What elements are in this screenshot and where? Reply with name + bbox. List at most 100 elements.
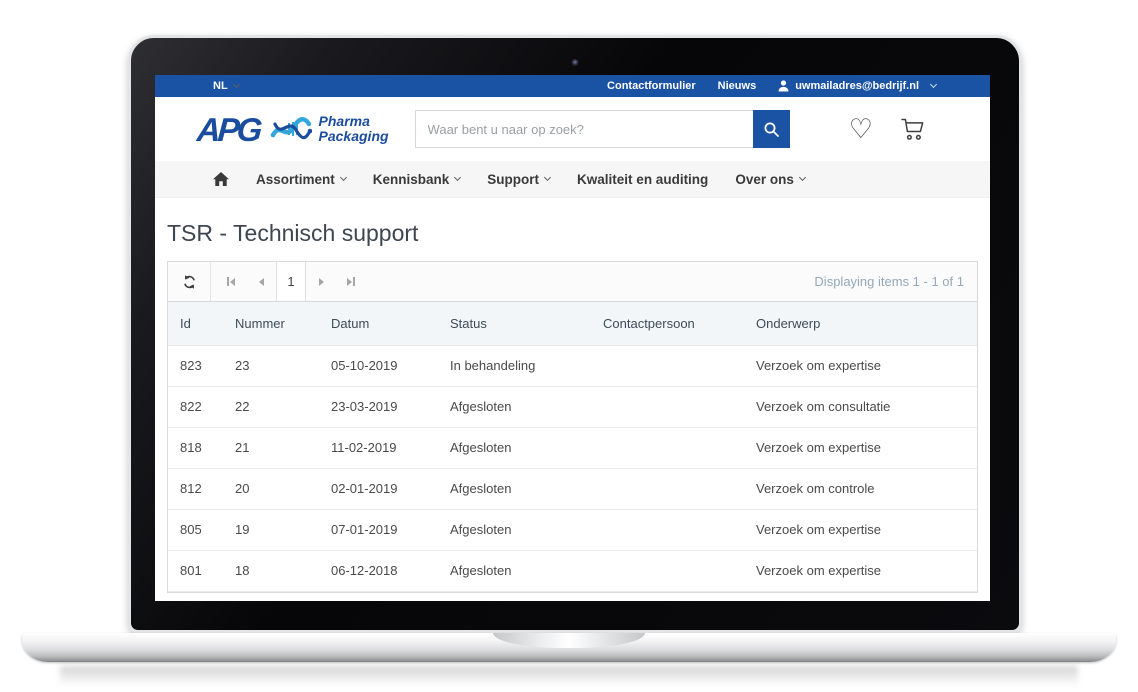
main-navigation: Assortiment Kennisbank Support Kwaliteit… bbox=[155, 161, 990, 198]
nav-label: Support bbox=[487, 172, 539, 187]
search-icon bbox=[763, 121, 780, 138]
next-page-button[interactable] bbox=[306, 262, 336, 301]
column-header-onderwerp[interactable]: Onderwerp bbox=[744, 302, 977, 345]
table-cell: Afgesloten bbox=[438, 509, 591, 550]
column-header-status[interactable]: Status bbox=[438, 302, 591, 345]
grid-toolbar: 1 Displaying items 1 - 1 of 1 bbox=[168, 262, 977, 302]
table-cell bbox=[591, 509, 744, 550]
search-input[interactable] bbox=[415, 110, 753, 148]
table-cell: 823 bbox=[168, 345, 223, 386]
table-cell: 11-02-2019 bbox=[319, 427, 438, 468]
table-cell: 07-01-2019 bbox=[319, 509, 438, 550]
last-page-icon bbox=[347, 278, 352, 286]
webcam-icon bbox=[572, 59, 579, 66]
chevron-down-icon bbox=[454, 173, 461, 180]
table-cell bbox=[591, 386, 744, 427]
column-header-nummer[interactable]: Nummer bbox=[223, 302, 319, 345]
table-cell: Verzoek om expertise bbox=[744, 509, 977, 550]
screen-content: NL Contactformulier Nieuws uwmailadres@b… bbox=[155, 75, 990, 601]
cart-icon[interactable] bbox=[900, 117, 926, 141]
top-utility-bar: NL Contactformulier Nieuws uwmailadres@b… bbox=[155, 75, 990, 97]
table-cell: Afgesloten bbox=[438, 468, 591, 509]
next-page-icon bbox=[319, 278, 324, 286]
table-cell: Afgesloten bbox=[438, 427, 591, 468]
wishlist-heart-icon[interactable]: ♡ bbox=[849, 116, 873, 143]
laptop-reflection bbox=[60, 666, 1078, 686]
account-menu[interactable]: uwmailadres@bedrijf.nl bbox=[778, 80, 936, 92]
person-icon bbox=[778, 80, 789, 92]
chevron-down-icon bbox=[799, 173, 806, 180]
table-row[interactable]: 8051907-01-2019Afgesloten Verzoek om expe… bbox=[168, 509, 977, 550]
table-cell: 812 bbox=[168, 468, 223, 509]
nav-item-kwaliteit-en-auditing[interactable]: Kwaliteit en auditing bbox=[577, 172, 708, 187]
table-row[interactable]: 8232305-10-2019In behandelingVerzoek om … bbox=[168, 345, 977, 386]
chevron-down-icon bbox=[544, 173, 551, 180]
pagination-status: Displaying items 1 - 1 of 1 bbox=[814, 262, 977, 301]
language-label: NL bbox=[213, 80, 228, 92]
laptop-screen-bezel: NL Contactformulier Nieuws uwmailadres@b… bbox=[128, 35, 1022, 633]
nav-home[interactable] bbox=[213, 172, 229, 186]
pagination: 1 bbox=[216, 262, 366, 301]
news-link[interactable]: Nieuws bbox=[718, 80, 757, 92]
chevron-down-icon bbox=[233, 80, 240, 87]
logo-tagline-line1: Pharma bbox=[319, 113, 370, 129]
column-header-id[interactable]: Id bbox=[168, 302, 223, 345]
nav-item-over-ons[interactable]: Over ons bbox=[735, 172, 805, 187]
chevron-down-icon bbox=[930, 80, 937, 87]
table-cell: In behandeling bbox=[438, 345, 591, 386]
table-cell: 19 bbox=[223, 509, 319, 550]
previous-page-button[interactable] bbox=[246, 262, 276, 301]
table-row[interactable]: 8011806-12-2018AfgeslotenVerzoek om expe… bbox=[168, 550, 977, 591]
nav-label: Kennisbank bbox=[373, 172, 450, 187]
search-button[interactable] bbox=[753, 110, 790, 148]
table-cell: 805 bbox=[168, 509, 223, 550]
site-header: APG Pharma Packaging bbox=[155, 97, 990, 161]
chevron-down-icon bbox=[340, 173, 347, 180]
first-page-button[interactable] bbox=[216, 262, 246, 301]
table-cell: Verzoek om consultatie bbox=[744, 386, 977, 427]
table-cell: 06-12-2018 bbox=[319, 550, 438, 591]
column-header-datum[interactable]: Datum bbox=[319, 302, 438, 345]
first-page-icon bbox=[227, 277, 229, 286]
table-cell: Verzoek om expertise bbox=[744, 550, 977, 591]
last-page-icon bbox=[353, 277, 355, 286]
refresh-button[interactable] bbox=[168, 262, 211, 301]
contact-form-link[interactable]: Contactformulier bbox=[607, 80, 696, 92]
logo-brand-text: APG bbox=[196, 113, 264, 146]
table-row[interactable]: 8182111-02-2019Afgesloten Verzoek om expe… bbox=[168, 427, 977, 468]
table-row[interactable]: 8222223-03-2019AfgeslotenVerzoek om cons… bbox=[168, 386, 977, 427]
last-page-button[interactable] bbox=[336, 262, 366, 301]
laptop-base bbox=[22, 633, 1116, 662]
laptop-base-notch bbox=[493, 633, 645, 648]
page-content: TSR - Technisch support bbox=[155, 220, 990, 593]
table-cell: 801 bbox=[168, 550, 223, 591]
table-cell: 822 bbox=[168, 386, 223, 427]
nav-item-assortiment[interactable]: Assortiment bbox=[256, 172, 346, 187]
column-header-contactpersoon[interactable]: Contactpersoon bbox=[591, 302, 744, 345]
table-cell: 23 bbox=[223, 345, 319, 386]
current-page-indicator[interactable]: 1 bbox=[276, 262, 306, 301]
table-cell: 818 bbox=[168, 427, 223, 468]
table-cell: Verzoek om expertise bbox=[744, 345, 977, 386]
first-page-icon bbox=[230, 278, 235, 286]
account-email: uwmailadres@bedrijf.nl bbox=[795, 80, 919, 92]
refresh-icon bbox=[182, 274, 197, 290]
table-cell: Afgesloten bbox=[438, 386, 591, 427]
home-icon bbox=[213, 172, 229, 186]
table-cell: 20 bbox=[223, 468, 319, 509]
table-cell: 02-01-2019 bbox=[319, 468, 438, 509]
table-cell bbox=[591, 550, 744, 591]
table-row[interactable]: 8122002-01-2019Afgesloten Verzoek om cont… bbox=[168, 468, 977, 509]
table-header-row: Id Nummer Datum Status Contactpersoon On… bbox=[168, 302, 977, 345]
table-cell: 21 bbox=[223, 427, 319, 468]
table-cell: Verzoek om controle bbox=[744, 468, 977, 509]
nav-label: Kwaliteit en auditing bbox=[577, 172, 708, 187]
site-logo[interactable]: APG Pharma Packaging bbox=[197, 113, 389, 146]
nav-item-kennisbank[interactable]: Kennisbank bbox=[373, 172, 461, 187]
table-cell bbox=[591, 427, 744, 468]
nav-item-support[interactable]: Support bbox=[487, 172, 550, 187]
page-title: TSR - Technisch support bbox=[167, 220, 978, 247]
table-cell: Verzoek om expertise bbox=[744, 427, 977, 468]
language-selector[interactable]: NL bbox=[213, 80, 239, 92]
tickets-grid: 1 Displaying items 1 - 1 of 1 bbox=[167, 261, 978, 593]
